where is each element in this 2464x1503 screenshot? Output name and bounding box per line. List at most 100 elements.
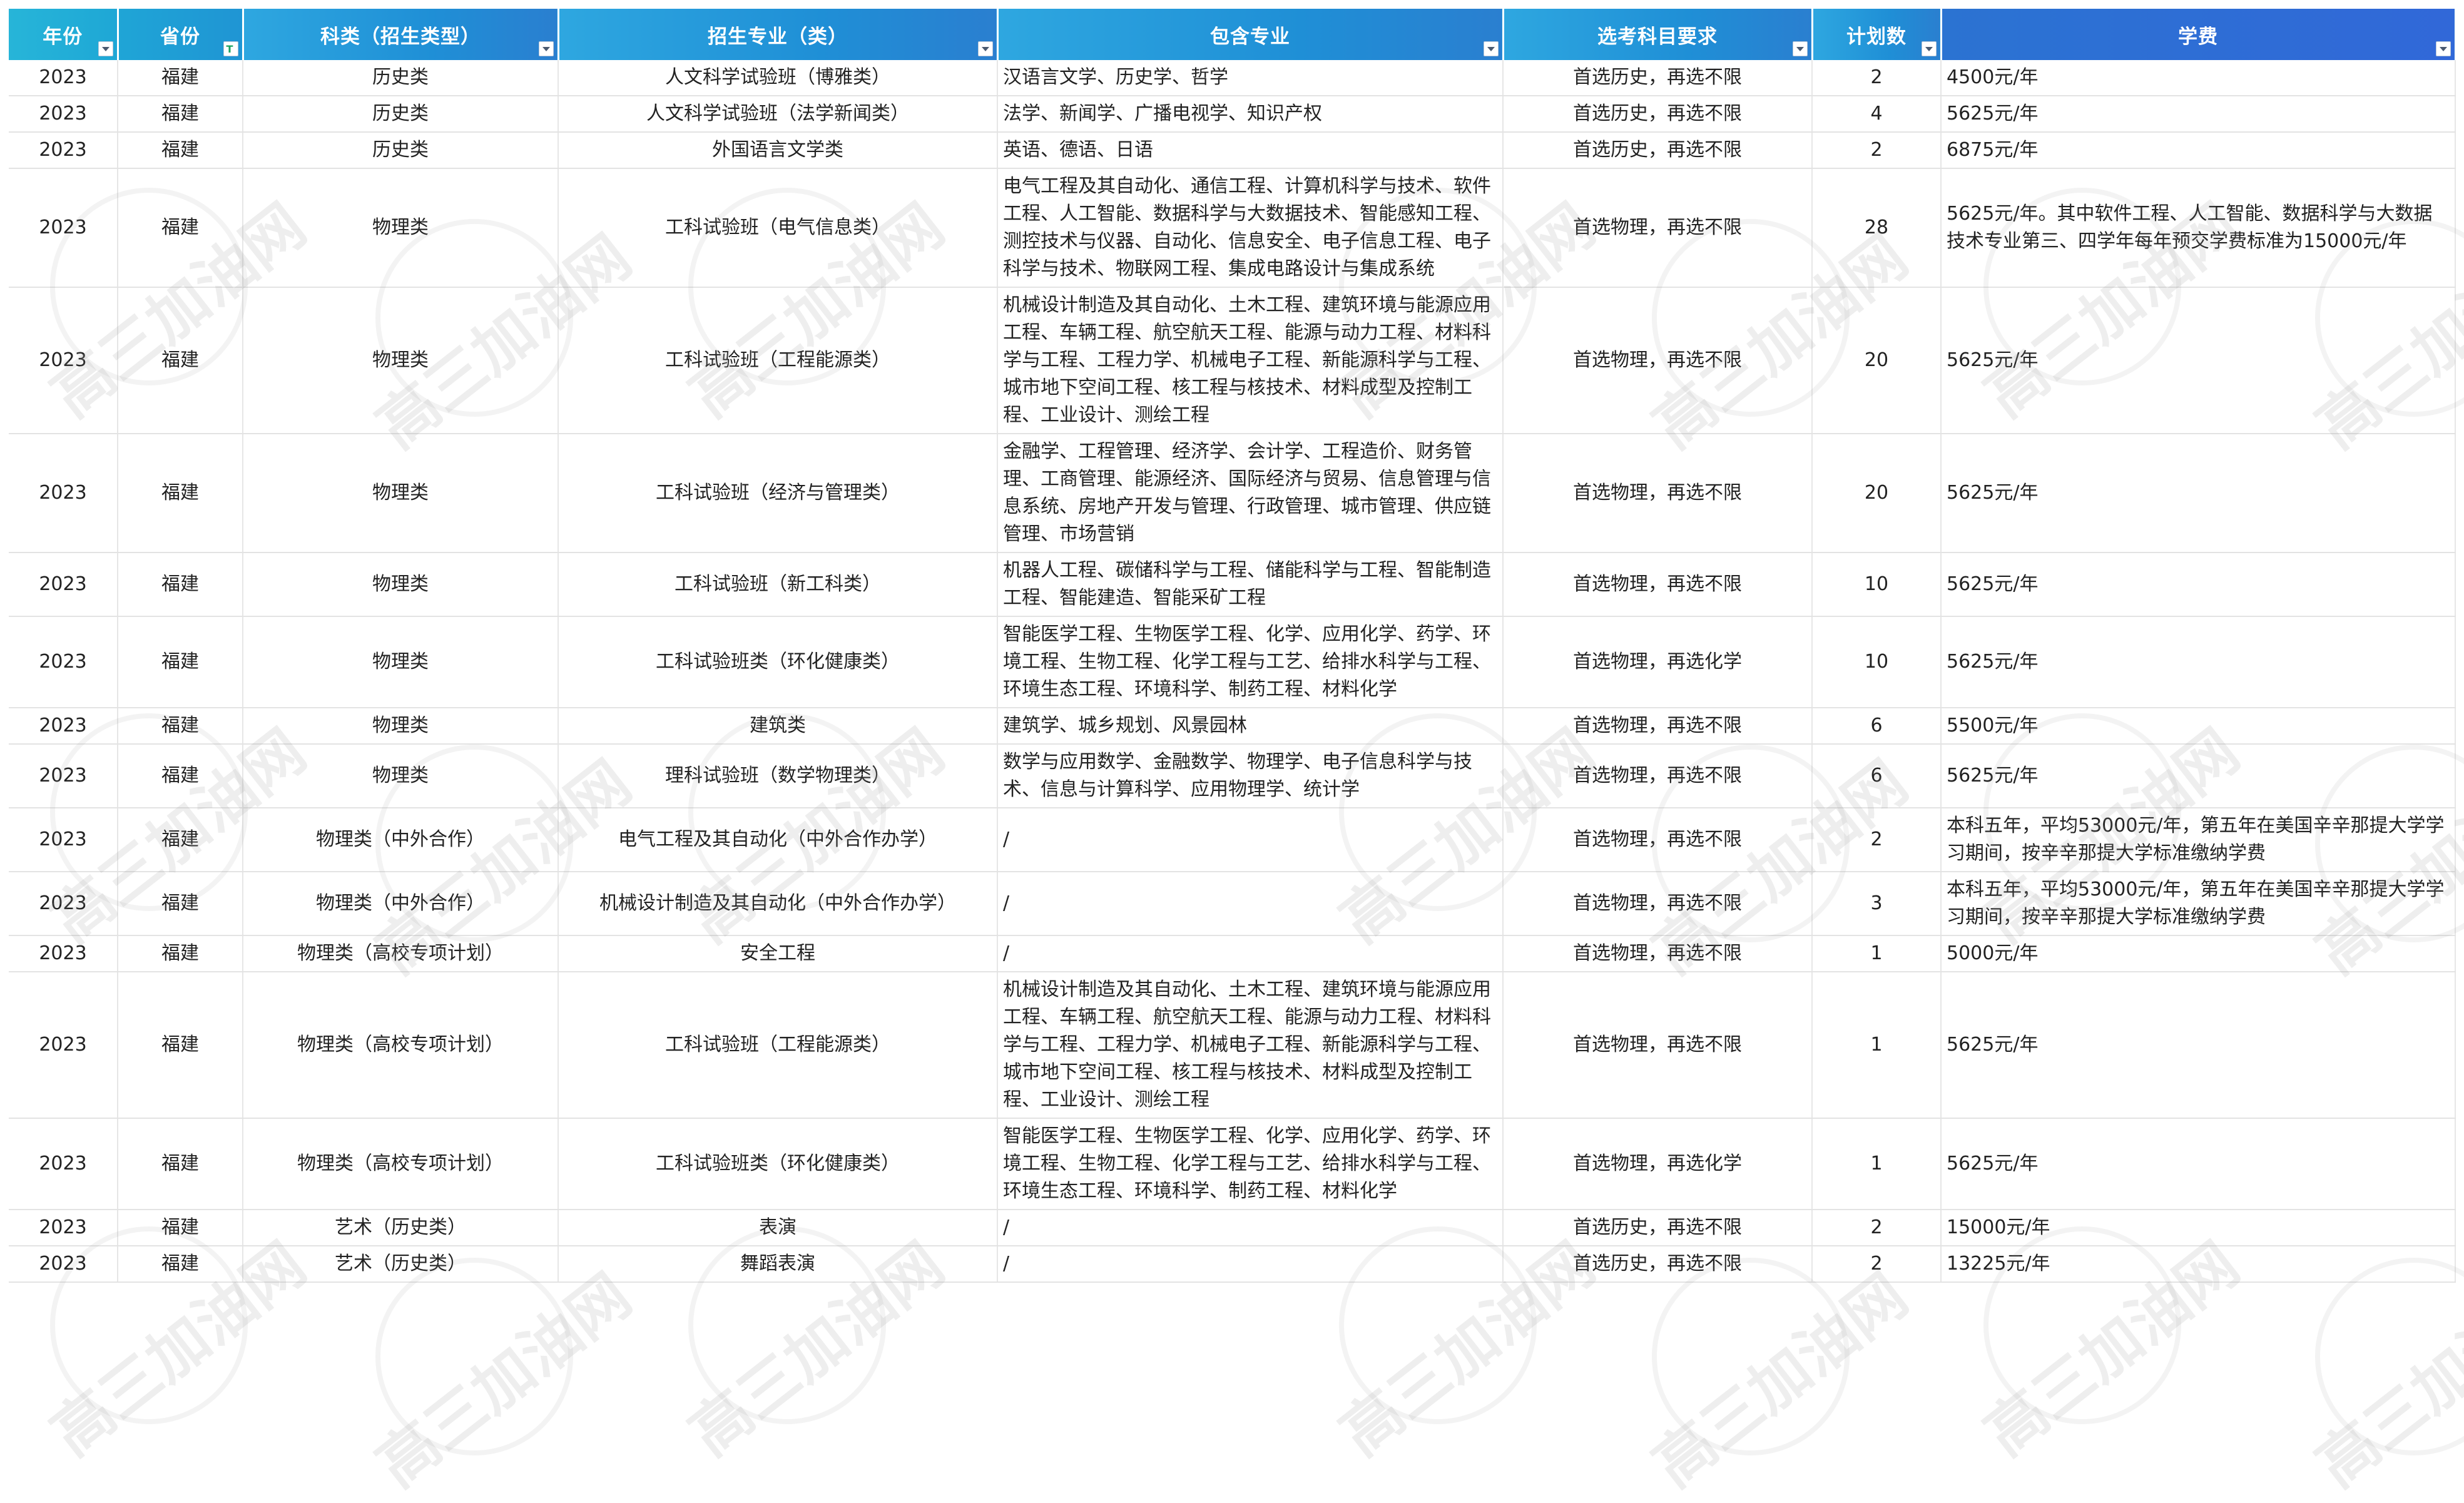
column-header-included-majors[interactable]: 包含专业 — [997, 9, 1504, 60]
cell-year[interactable]: 2023 — [9, 96, 118, 133]
cell-province[interactable]: 福建 — [118, 434, 243, 553]
cell-major[interactable]: 工科试验班（新工科类） — [558, 553, 998, 617]
cell-major[interactable]: 外国语言文学类 — [558, 132, 998, 169]
cell-province[interactable]: 福建 — [118, 1210, 243, 1246]
cell-tuition[interactable]: 5500元/年 — [1941, 708, 2456, 745]
filter-dropdown-icon[interactable] — [2435, 41, 2451, 56]
cell-province[interactable]: 福建 — [118, 872, 243, 936]
table-row[interactable]: 2023 福建 物理类 理科试验班（数学物理类） 数学与应用数学、金融数学、物理学、电子… — [9, 744, 2456, 808]
cell-plan-count[interactable]: 4 — [1812, 96, 1942, 133]
filter-dropdown-icon[interactable] — [977, 41, 993, 56]
cell-category[interactable]: 物理类 — [243, 168, 559, 288]
table-row[interactable]: 2023 福建 物理类 工科试验班类（环化健康类） 智能医学工程、生物医学工程、化学、应… — [9, 616, 2456, 708]
cell-category[interactable]: 物理类（高校专项计划） — [243, 972, 559, 1119]
column-header-province[interactable]: 省份 — [118, 9, 244, 60]
cell-included-majors[interactable]: 机械设计制造及其自动化、土木工程、建筑环境与能源应用工程、车辆工程、航空航天工程… — [997, 287, 1504, 434]
cell-included-majors[interactable]: 建筑学、城乡规划、风景园林 — [997, 708, 1504, 745]
cell-year[interactable]: 2023 — [9, 935, 118, 972]
cell-included-majors[interactable]: / — [997, 935, 1504, 972]
cell-category[interactable]: 物理类（高校专项计划） — [243, 935, 559, 972]
cell-plan-count[interactable]: 2 — [1812, 1246, 1942, 1283]
cell-tuition[interactable]: 5625元/年 — [1941, 616, 2456, 708]
table-row[interactable]: 2023 福建 物理类（中外合作） 机械设计制造及其自动化（中外合作办学） / 首选物理，… — [9, 872, 2456, 936]
cell-tuition[interactable]: 4500元/年 — [1941, 60, 2456, 96]
cell-category[interactable]: 物理类 — [243, 553, 559, 617]
cell-category[interactable]: 物理类 — [243, 434, 559, 553]
cell-year[interactable]: 2023 — [9, 616, 118, 708]
cell-category[interactable]: 历史类 — [243, 96, 559, 133]
cell-included-majors[interactable]: 电气工程及其自动化、通信工程、计算机科学与技术、软件工程、人工智能、数据科学与大… — [997, 168, 1504, 288]
cell-subject-requirement[interactable]: 首选物理，再选不限 — [1503, 553, 1813, 617]
column-header-category[interactable]: 科类（招生类型） — [243, 9, 559, 60]
cell-year[interactable]: 2023 — [9, 1246, 118, 1283]
cell-subject-requirement[interactable]: 首选物理，再选不限 — [1503, 434, 1813, 553]
cell-category[interactable]: 艺术（历史类） — [243, 1210, 559, 1246]
cell-included-majors[interactable]: / — [997, 1246, 1504, 1283]
filter-dropdown-icon[interactable] — [98, 41, 113, 56]
column-header-tuition[interactable]: 学费 — [1941, 9, 2456, 60]
column-header-subject-requirement[interactable]: 选考科目要求 — [1503, 9, 1813, 60]
cell-tuition[interactable]: 5625元/年 — [1941, 434, 2456, 553]
filter-active-icon[interactable] — [223, 41, 238, 56]
cell-province[interactable]: 福建 — [118, 168, 243, 288]
cell-included-majors[interactable]: 机器人工程、碳储科学与工程、储能科学与工程、智能制造工程、智能建造、智能采矿工程 — [997, 553, 1504, 617]
cell-province[interactable]: 福建 — [118, 744, 243, 808]
cell-subject-requirement[interactable]: 首选历史，再选不限 — [1503, 60, 1813, 96]
table-row[interactable]: 2023 福建 历史类 人文科学试验班（博雅类） 汉语言文学、历史学、哲学 首选历史，再选… — [9, 60, 2456, 96]
cell-year[interactable]: 2023 — [9, 972, 118, 1119]
cell-subject-requirement[interactable]: 首选历史，再选不限 — [1503, 1246, 1813, 1283]
column-header-major[interactable]: 招生专业（类） — [558, 9, 999, 60]
cell-major[interactable]: 工科试验班（工程能源类） — [558, 287, 998, 434]
cell-year[interactable]: 2023 — [9, 287, 118, 434]
table-row[interactable]: 2023 福建 历史类 人文科学试验班（法学新闻类） 法学、新闻学、广播电视学、知识产权… — [9, 96, 2456, 133]
cell-year[interactable]: 2023 — [9, 434, 118, 553]
filter-dropdown-icon[interactable] — [538, 41, 554, 56]
cell-province[interactable]: 福建 — [118, 708, 243, 745]
cell-plan-count[interactable]: 10 — [1812, 553, 1942, 617]
cell-plan-count[interactable]: 1 — [1812, 1118, 1942, 1210]
cell-subject-requirement[interactable]: 首选历史，再选不限 — [1503, 132, 1813, 169]
cell-subject-requirement[interactable]: 首选物理，再选不限 — [1503, 287, 1813, 434]
cell-year[interactable]: 2023 — [9, 808, 118, 872]
cell-major[interactable]: 工科试验班（工程能源类） — [558, 972, 998, 1119]
cell-year[interactable]: 2023 — [9, 553, 118, 617]
cell-category[interactable]: 物理类（中外合作） — [243, 872, 559, 936]
cell-major[interactable]: 机械设计制造及其自动化（中外合作办学） — [558, 872, 998, 936]
cell-major[interactable]: 工科试验班（电气信息类） — [558, 168, 998, 288]
cell-included-majors[interactable]: 法学、新闻学、广播电视学、知识产权 — [997, 96, 1504, 133]
cell-included-majors[interactable]: 机械设计制造及其自动化、土木工程、建筑环境与能源应用工程、车辆工程、航空航天工程… — [997, 972, 1504, 1119]
cell-major[interactable]: 人文科学试验班（法学新闻类） — [558, 96, 998, 133]
table-row[interactable]: 2023 福建 物理类 工科试验班（经济与管理类） 金融学、工程管理、经济学、会计学、工… — [9, 434, 2456, 553]
cell-major[interactable]: 表演 — [558, 1210, 998, 1246]
table-row[interactable]: 2023 福建 物理类（高校专项计划） 工科试验班类（环化健康类） 智能医学工程、生物医… — [9, 1118, 2456, 1210]
cell-plan-count[interactable]: 10 — [1812, 616, 1942, 708]
cell-category[interactable]: 历史类 — [243, 132, 559, 169]
cell-province[interactable]: 福建 — [118, 935, 243, 972]
cell-year[interactable]: 2023 — [9, 132, 118, 169]
cell-plan-count[interactable]: 2 — [1812, 60, 1942, 96]
cell-category[interactable]: 物理类 — [243, 287, 559, 434]
cell-tuition[interactable]: 5625元/年 — [1941, 287, 2456, 434]
cell-plan-count[interactable]: 2 — [1812, 808, 1942, 872]
cell-included-majors[interactable]: 金融学、工程管理、经济学、会计学、工程造价、财务管理、工商管理、能源经济、国际经… — [997, 434, 1504, 553]
cell-major[interactable]: 人文科学试验班（博雅类） — [558, 60, 998, 96]
cell-subject-requirement[interactable]: 首选物理，再选不限 — [1503, 872, 1813, 936]
cell-included-majors[interactable]: 英语、德语、日语 — [997, 132, 1504, 169]
cell-tuition[interactable]: 5625元/年 — [1941, 1118, 2456, 1210]
cell-subject-requirement[interactable]: 首选物理，再选不限 — [1503, 168, 1813, 288]
cell-category[interactable]: 物理类 — [243, 744, 559, 808]
cell-province[interactable]: 福建 — [118, 96, 243, 133]
cell-province[interactable]: 福建 — [118, 132, 243, 169]
cell-year[interactable]: 2023 — [9, 168, 118, 288]
cell-tuition[interactable]: 5625元/年 — [1941, 553, 2456, 617]
cell-category[interactable]: 物理类 — [243, 616, 559, 708]
cell-year[interactable]: 2023 — [9, 744, 118, 808]
table-row[interactable]: 2023 福建 物理类（高校专项计划） 安全工程 / 首选物理，再选不限 1 5000元/年 — [9, 935, 2456, 972]
column-header-year[interactable]: 年份 — [9, 9, 119, 60]
filter-dropdown-icon[interactable] — [1792, 41, 1808, 56]
cell-province[interactable]: 福建 — [118, 1118, 243, 1210]
cell-plan-count[interactable]: 28 — [1812, 168, 1942, 288]
cell-included-majors[interactable]: / — [997, 872, 1504, 936]
cell-plan-count[interactable]: 20 — [1812, 434, 1942, 553]
cell-plan-count[interactable]: 3 — [1812, 872, 1942, 936]
